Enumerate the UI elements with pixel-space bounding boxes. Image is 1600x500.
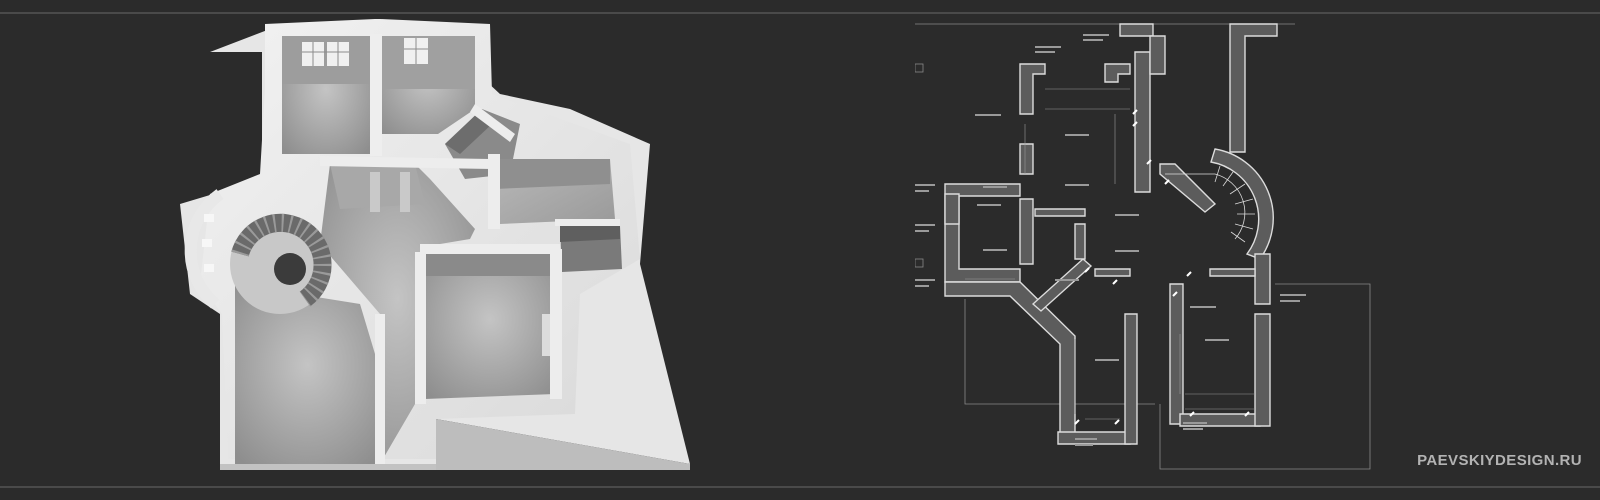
3d-floor-plan-render xyxy=(180,19,690,470)
watermark-text: PAEVSKIYDESIGN.RU xyxy=(1417,452,1582,469)
2d-architectural-floor-plan xyxy=(915,23,1371,470)
banner: PAEVSKIYDESIGN.RU xyxy=(0,0,1600,500)
bottom-divider xyxy=(0,486,1600,488)
